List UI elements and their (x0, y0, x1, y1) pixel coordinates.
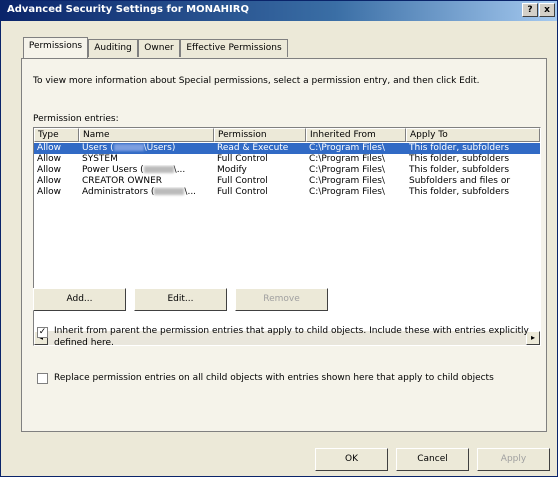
table-row[interactable]: Allow CREATOR OWNER Full Control C:\Prog… (34, 176, 540, 187)
row-type: Allow (37, 187, 62, 197)
table-row[interactable]: Allow SYSTEM Full Control C:\Program Fil… (34, 154, 540, 165)
help-button[interactable]: ? (522, 3, 538, 17)
row-inherited-from: C:\Program Files\ (309, 143, 385, 153)
permission-entries-list[interactable]: Type Name Permission Inherited From Appl… (33, 127, 541, 346)
row-apply-to: This folder, subfolders (409, 143, 510, 153)
name-prefix: Administrators ( (82, 187, 155, 197)
row-inherited-from: C:\Program Files\ (309, 154, 385, 164)
cancel-button[interactable]: Cancel (396, 448, 469, 471)
row-name: Users ( \Users) (79, 143, 214, 154)
replace-permissions-checkbox[interactable] (37, 373, 48, 384)
name-prefix: CREATOR OWNER (82, 176, 163, 186)
row-inherited-from: C:\Program Files\ (309, 187, 385, 197)
row-type: Allow (37, 154, 62, 164)
close-button[interactable]: x (539, 3, 555, 17)
column-header-apply-to[interactable]: Apply To (406, 128, 540, 142)
inherit-permissions-checkbox[interactable]: ✓ (37, 327, 48, 338)
row-permission: Full Control (217, 154, 268, 164)
row-inherited-from: C:\Program Files\ (309, 176, 385, 186)
name-suffix: \... (173, 165, 186, 175)
row-inherited-from: C:\Program Files\ (309, 165, 385, 175)
name-prefix: Power Users ( (82, 165, 144, 175)
name-suffix: \Users) (143, 143, 176, 153)
column-header-inherited-from[interactable]: Inherited From (306, 128, 406, 142)
row-permission: Full Control (217, 176, 268, 186)
row-type: Allow (37, 143, 62, 153)
table-row[interactable]: Allow Users ( \Users) Read & Execute C:\P… (34, 143, 540, 154)
row-type: Allow (37, 176, 62, 186)
tab-auditing[interactable]: Auditing (88, 39, 138, 57)
inherit-label-line-1: Inherit from parent the permission entri… (54, 326, 529, 336)
row-apply-to: This folder, subfolders (409, 187, 510, 197)
remove-button[interactable]: Remove (235, 288, 328, 311)
row-apply-to: Subfolders and files or (409, 176, 511, 186)
permissions-panel: To view more information about Special p… (21, 58, 547, 432)
tab-permissions[interactable]: Permissions (23, 37, 88, 58)
row-apply-to: This folder, subfolders (409, 154, 510, 164)
redacted-text (154, 188, 185, 195)
edit-button[interactable]: Edit... (134, 288, 227, 311)
permission-entries-label: Permission entries: (33, 114, 119, 124)
tab-owner[interactable]: Owner (138, 39, 180, 57)
table-row[interactable]: Allow Power Users ( \... Modify C:\Progra… (34, 165, 540, 176)
row-type: Allow (37, 165, 62, 175)
title-bar[interactable]: Advanced Security Settings for MONAHIRQ … (1, 1, 557, 21)
row-name: SYSTEM (79, 154, 214, 165)
apply-button[interactable]: Apply (477, 448, 550, 471)
row-name: CREATOR OWNER (79, 176, 214, 187)
ok-button[interactable]: OK (315, 448, 388, 471)
name-prefix: SYSTEM (82, 154, 118, 164)
column-header-name[interactable]: Name (79, 128, 214, 142)
redacted-text (113, 144, 144, 151)
redacted-text (143, 166, 174, 173)
replace-permissions-label: Replace permission entries on all child … (54, 373, 494, 383)
row-name: Administrators ( \... (79, 187, 214, 198)
list-header: Type Name Permission Inherited From Appl… (34, 128, 540, 142)
table-row[interactable]: Allow Administrators (\... Full Control … (34, 187, 540, 198)
row-name: Power Users ( \... (79, 165, 214, 176)
row-apply-to: This folder, subfolders (409, 165, 510, 175)
inherit-label-line-2: defined here. (54, 338, 114, 348)
column-header-type[interactable]: Type (34, 128, 79, 142)
row-permission: Read & Execute (217, 143, 289, 153)
column-header-permission[interactable]: Permission (214, 128, 306, 142)
tab-effective-permissions[interactable]: Effective Permissions (180, 39, 288, 57)
row-permission: Full Control (217, 187, 268, 197)
dialog-title: Advanced Security Settings for MONAHIRQ (7, 4, 249, 15)
name-suffix: \... (184, 187, 197, 197)
add-button[interactable]: Add... (33, 288, 126, 311)
name-prefix: Users ( (82, 143, 114, 153)
inherit-permissions-label: Inherit from parent the permission entri… (54, 325, 529, 349)
advanced-security-settings-dialog: Advanced Security Settings for MONAHIRQ … (0, 0, 558, 477)
row-permission: Modify (217, 165, 247, 175)
instruction-text: To view more information about Special p… (33, 76, 480, 86)
